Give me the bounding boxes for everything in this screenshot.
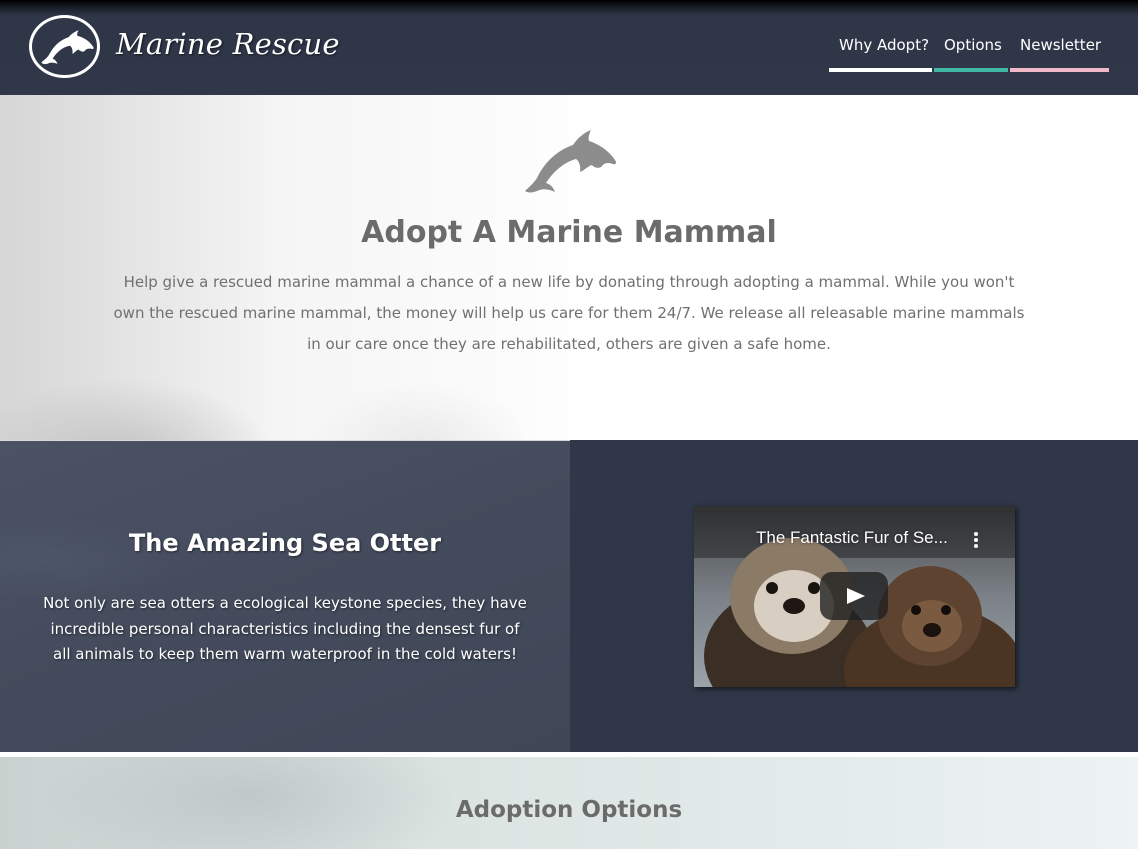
- nav-why-adopt[interactable]: Why Adopt?: [829, 30, 932, 72]
- video-title[interactable]: The Fantastic Fur of Se...: [756, 528, 961, 548]
- intro-section: Adopt A Marine Mammal Help give a rescue…: [0, 95, 1138, 440]
- more-vertical-icon[interactable]: [970, 530, 982, 550]
- play-button[interactable]: [820, 572, 888, 620]
- intro-text: Help give a rescued marine mammal a chan…: [113, 273, 1025, 353]
- otter-title: The Amazing Sea Otter: [128, 529, 442, 557]
- brand-name[interactable]: Marine Rescue: [116, 27, 340, 61]
- dolphin-icon: [40, 29, 94, 64]
- main-nav: Why Adopt? Options Newsletter: [827, 30, 1109, 72]
- nav-options[interactable]: Options: [934, 30, 1008, 72]
- adoption-options-section: Adoption Options: [0, 752, 1138, 849]
- dolphin-icon: [525, 130, 617, 193]
- otter-text: Not only are sea otters a ecological key…: [43, 594, 527, 663]
- adoption-options-title: Adoption Options: [455, 797, 683, 823]
- play-icon: [847, 588, 865, 604]
- nav-newsletter[interactable]: Newsletter: [1010, 30, 1109, 72]
- otter-info-panel: The Amazing Sea Otter Not only are sea o…: [0, 440, 570, 752]
- otter-video-panel: The Fantastic Fur of Se...: [570, 440, 1138, 752]
- video-player[interactable]: The Fantastic Fur of Se...: [694, 506, 1015, 687]
- page-title: Adopt A Marine Mammal: [361, 215, 777, 250]
- site-header: Marine Rescue Why Adopt? Options Newslet…: [0, 0, 1138, 95]
- site-logo[interactable]: [29, 15, 100, 78]
